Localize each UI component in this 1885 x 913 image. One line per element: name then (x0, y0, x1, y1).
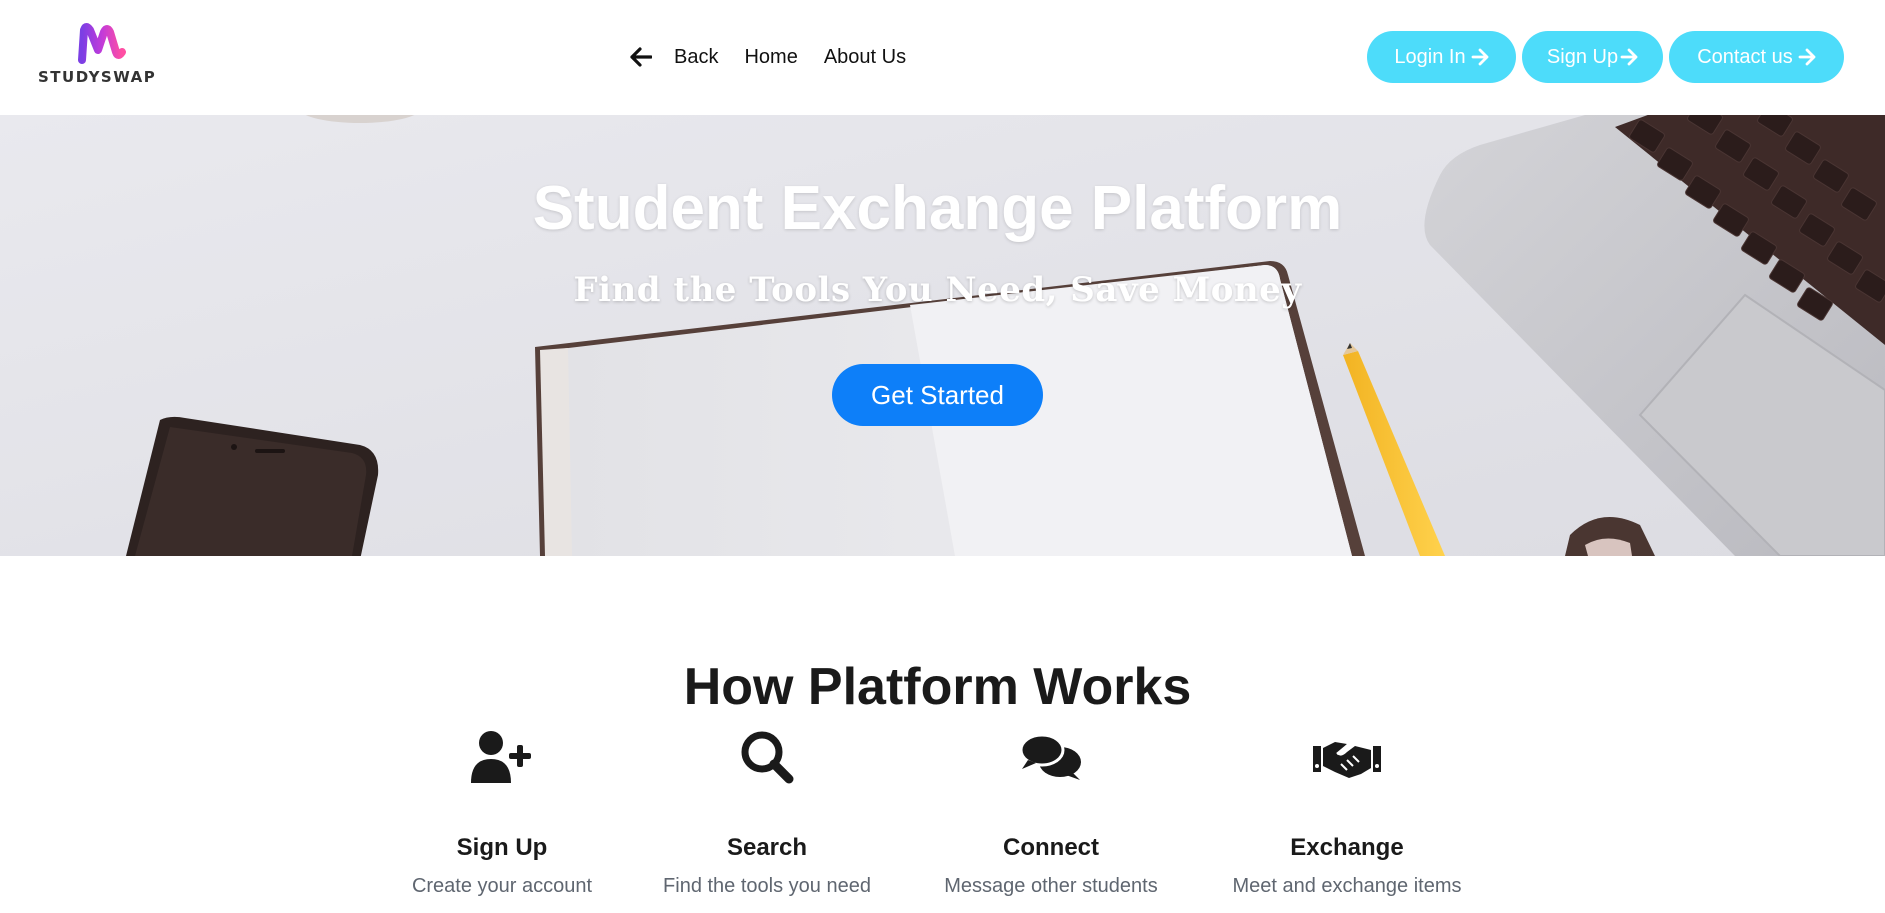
step-description: Meet and exchange items (1232, 875, 1462, 897)
step-description: Message other students (944, 875, 1158, 897)
how-it-works-title: How Platform Works (683, 658, 1192, 716)
nav-home-link[interactable]: Home (744, 46, 797, 69)
contact-button[interactable]: Contact us (1669, 31, 1844, 83)
logo-mark-icon (78, 23, 126, 64)
login-button[interactable]: Login In (1367, 31, 1516, 83)
hero-subtitle: Find the Tools You Need, Save Money (573, 270, 1302, 310)
user-plus-icon (372, 725, 632, 789)
step-description: Find the tools you need (663, 875, 871, 897)
site-header: STUDYSWAP Back Home About Us Login In Si… (0, 0, 1885, 115)
logo[interactable]: STUDYSWAP (38, 22, 174, 88)
step-sign-up: Sign Up Create your account (372, 725, 632, 898)
arrow-right-icon (1620, 48, 1638, 66)
signup-button-label: Sign Up (1546, 45, 1619, 68)
nav-about-link[interactable]: About Us (824, 46, 906, 69)
arrow-right-icon (1798, 48, 1816, 66)
step-exchange: Exchange Meet and exchange items (1217, 725, 1477, 898)
step-title: Connect (1003, 834, 1099, 861)
signup-button[interactable]: Sign Up (1522, 31, 1663, 83)
login-button-label: Login In (1394, 45, 1466, 68)
logo-text: STUDYSWAP (38, 68, 157, 86)
search-icon (637, 725, 897, 789)
handshake-icon (1217, 725, 1477, 789)
step-search: Search Find the tools you need (637, 725, 897, 898)
hero-banner: Student Exchange Platform Find the Tools… (0, 115, 1885, 556)
step-title: Exchange (1290, 834, 1404, 861)
step-title: Search (726, 834, 808, 861)
step-connect: Connect Message other students (921, 725, 1181, 898)
hero-title: Student Exchange Platform (532, 174, 1343, 243)
arrow-right-icon (1471, 48, 1489, 66)
contact-button-label: Contact us (1697, 45, 1793, 68)
step-description: Create your account (411, 875, 593, 897)
nav-back-link[interactable]: Back (674, 46, 718, 69)
main-nav: Back Home About Us (630, 40, 932, 74)
arrow-left-icon[interactable] (630, 45, 654, 69)
step-title: Sign Up (456, 834, 548, 861)
header-buttons: Login In Sign Up Contact us (1361, 31, 1844, 83)
get-started-button[interactable]: Get Started (832, 364, 1043, 426)
comments-icon (921, 725, 1181, 789)
